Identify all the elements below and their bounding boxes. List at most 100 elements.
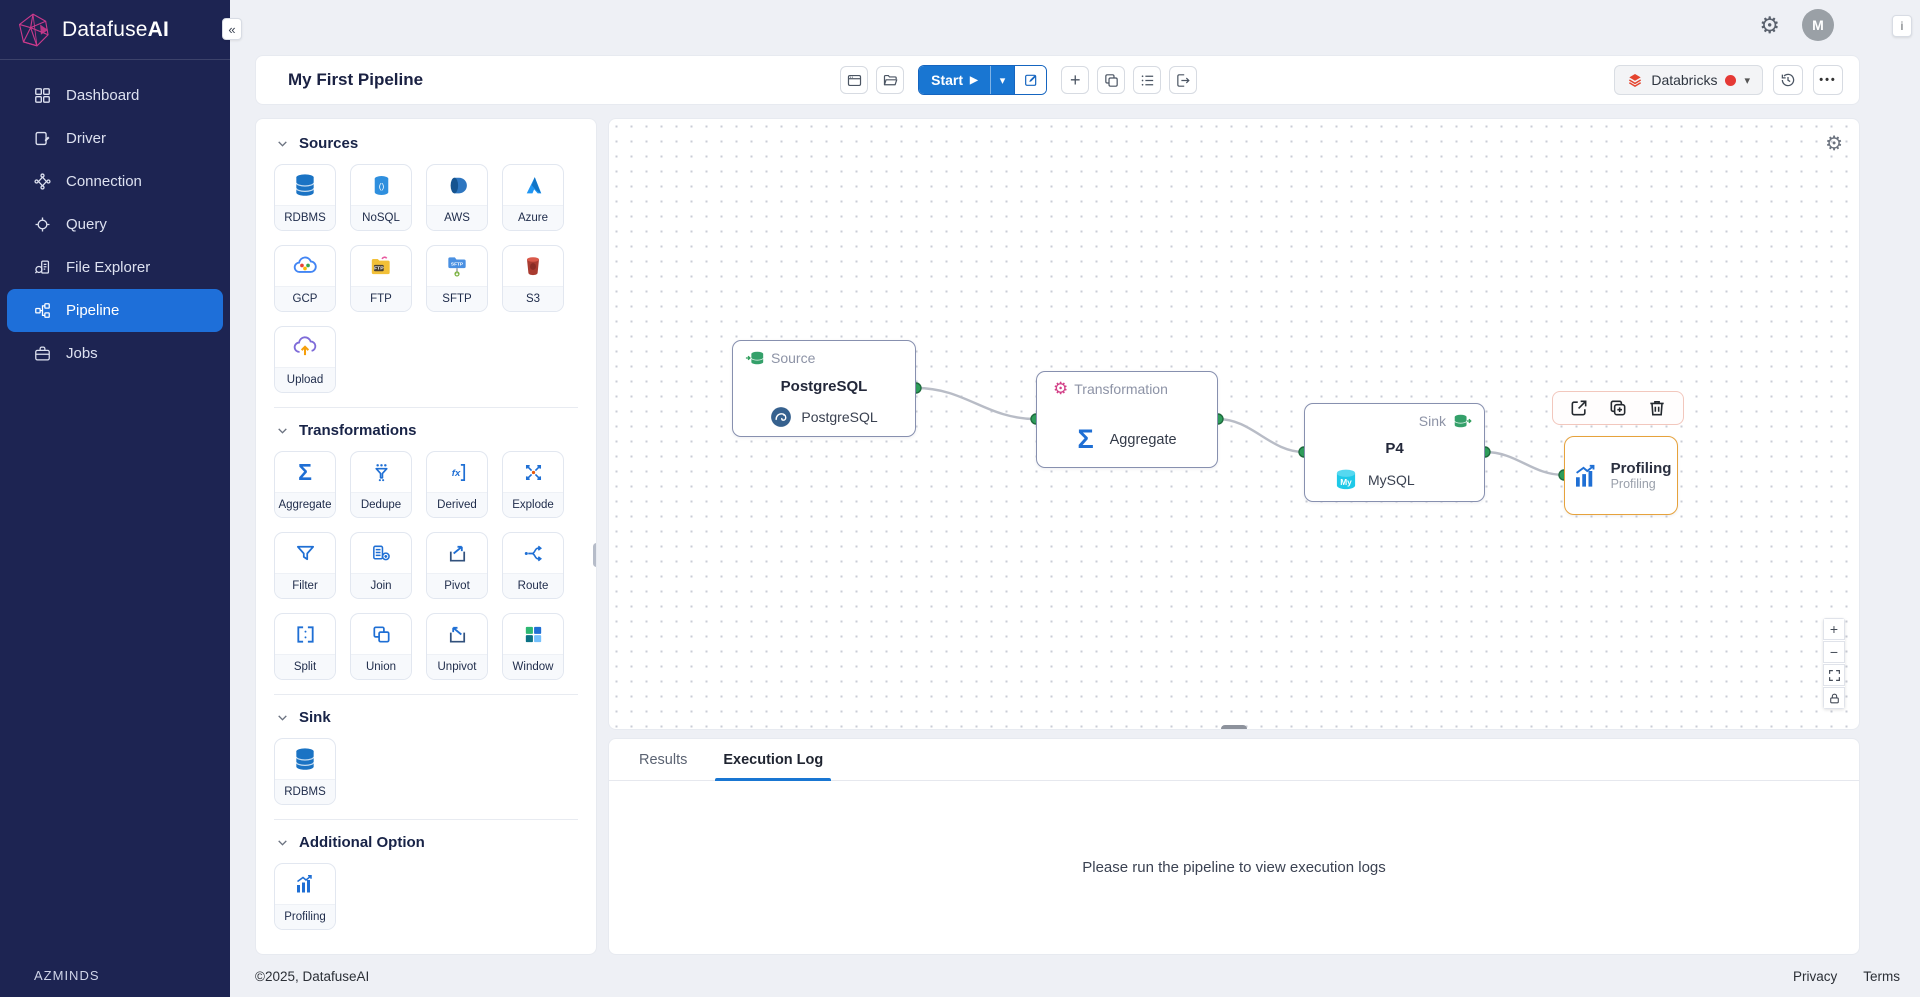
section-additional-option: Additional Option Profiling [274, 819, 578, 944]
tab-execution-log[interactable]: Execution Log [705, 739, 841, 781]
profiling-chart-icon [275, 864, 335, 904]
palette-item-aggregate[interactable]: Σ Aggregate [274, 451, 336, 518]
sidebar-item-file-explorer[interactable]: File Explorer [7, 246, 223, 289]
palette-item-upload[interactable]: Upload [274, 326, 336, 393]
node-source-postgresql[interactable]: Source PostgreSQL PostgreSQL [732, 340, 916, 437]
trash-icon [1650, 400, 1664, 416]
zoom-in-button[interactable]: + [1823, 618, 1845, 640]
plus-icon: + [1070, 70, 1081, 90]
edit-pipeline-button[interactable] [1014, 66, 1047, 94]
lock-button[interactable] [1823, 687, 1845, 709]
fit-view-button[interactable] [1823, 664, 1845, 686]
palette-item-window[interactable]: Window [502, 613, 564, 680]
source-db-icon [745, 351, 764, 365]
node-transformation-aggregate[interactable]: ⚙ Transformation Σ Aggregate [1036, 371, 1218, 468]
copyright: ©2025, DatafuseAI [255, 968, 370, 984]
duplicate-node-button[interactable] [1602, 396, 1634, 420]
palette-item-filter[interactable]: Filter [274, 532, 336, 599]
node-action-toolbar [1552, 391, 1684, 425]
list-icon [1141, 74, 1153, 86]
palette-item-explode[interactable]: Explode [502, 451, 564, 518]
section-header-additional-option[interactable]: Additional Option [276, 834, 578, 851]
pipeline-toolbar: Start ▶ ▾ + [840, 65, 1198, 95]
section-sink: Sink RDBMS [274, 694, 578, 819]
history-icon [1781, 73, 1795, 87]
palette-item-join[interactable]: Join [350, 532, 412, 599]
chevron-down-icon: ▾ [1744, 74, 1750, 87]
palette-resize-handle[interactable] [593, 543, 596, 567]
info-badge[interactable]: i [1892, 15, 1912, 37]
filter-funnel-icon [275, 533, 335, 573]
palette-item-sink-rdbms[interactable]: RDBMS [274, 738, 336, 805]
avatar[interactable]: M [1802, 9, 1834, 41]
palette-item-derived[interactable]: fx Derived [426, 451, 488, 518]
header-right-group: Databricks ▾ ••• [1614, 65, 1843, 95]
sidebar-collapse-button[interactable]: « [222, 18, 242, 40]
sidebar-item-driver[interactable]: Driver [7, 117, 223, 160]
zoom-out-button[interactable]: − [1823, 641, 1845, 663]
node-title: P4 [1385, 440, 1404, 457]
section-transformations: Transformations Σ Aggregate Dedupe fx De… [274, 407, 578, 694]
start-button[interactable]: Start ▶ [919, 66, 990, 94]
privacy-link[interactable]: Privacy [1793, 969, 1837, 984]
sidebar: DatafuseAI Dashboard Driver Connection Q… [0, 0, 230, 997]
settings-gear-icon[interactable]: ⚙ [1759, 13, 1780, 37]
open-pipeline-button[interactable] [876, 66, 905, 94]
palette-item-gcp[interactable]: GCP [274, 245, 336, 312]
sidebar-item-query[interactable]: Query [7, 203, 223, 246]
palette-item-union[interactable]: Union [350, 613, 412, 680]
s3-icon [503, 246, 563, 286]
palette-item-nosql[interactable]: () NoSQL [350, 164, 412, 231]
list-view-button[interactable] [1133, 66, 1162, 94]
app-logo[interactable]: DatafuseAI [0, 0, 230, 60]
transformation-gear-icon: ⚙ [1053, 379, 1069, 398]
section-header-sources[interactable]: Sources [276, 135, 578, 152]
pipeline-icon [35, 303, 50, 318]
palette-item-split[interactable]: Split [274, 613, 336, 680]
open-node-button[interactable] [1563, 396, 1595, 420]
delete-node-button[interactable] [1641, 396, 1673, 420]
node-sink-mysql[interactable]: Sink P4 My MySQL [1304, 403, 1485, 502]
chevron-down-icon [278, 715, 287, 721]
palette-item-rdbms[interactable]: RDBMS [274, 164, 336, 231]
section-header-sink[interactable]: Sink [276, 709, 578, 726]
add-node-button[interactable]: + [1061, 66, 1090, 94]
section-header-transformations[interactable]: Transformations [276, 422, 578, 439]
postgresql-icon [771, 407, 792, 427]
palette-item-pivot[interactable]: Pivot [426, 532, 488, 599]
palette-item-sftp[interactable]: SFTP SFTP [426, 245, 488, 312]
tab-results[interactable]: Results [621, 739, 705, 780]
save-pipeline-button[interactable] [840, 66, 869, 94]
palette-item-s3[interactable]: S3 [502, 245, 564, 312]
node-profiling[interactable]: Profiling Profiling [1564, 436, 1678, 515]
palette-item-profiling[interactable]: Profiling [274, 863, 336, 930]
palette-item-aws[interactable]: AWS [426, 164, 488, 231]
copy-pipeline-button[interactable] [1097, 66, 1126, 94]
execution-log-empty-message: Please run the pipeline to view executio… [1082, 859, 1386, 876]
start-options-dropdown[interactable]: ▾ [989, 66, 1015, 94]
palette-item-ftp[interactable]: FTP FTP [350, 245, 412, 312]
topbar: ⚙ M [230, 0, 1920, 50]
pipeline-canvas[interactable]: Source PostgreSQL PostgreSQL ⚙ Transform… [608, 118, 1860, 730]
connection-selector[interactable]: Databricks ▾ [1614, 65, 1763, 95]
aws-icon [427, 165, 487, 205]
dedupe-icon [351, 452, 411, 492]
gcp-icon [275, 246, 335, 286]
canvas-settings-gear-icon[interactable]: ⚙ [1825, 131, 1843, 156]
export-pipeline-button[interactable] [1169, 66, 1198, 94]
terms-link[interactable]: Terms [1863, 969, 1900, 984]
chevron-down-icon: ▾ [999, 74, 1006, 87]
sidebar-item-pipeline[interactable]: Pipeline [7, 289, 223, 332]
palette-item-dedupe[interactable]: Dedupe [350, 451, 412, 518]
results-tabs: Results Execution Log [609, 739, 1859, 781]
sidebar-item-connection[interactable]: Connection [7, 160, 223, 203]
sidebar-item-dashboard[interactable]: Dashboard [7, 74, 223, 117]
palette-item-route[interactable]: Route [502, 532, 564, 599]
sidebar-item-jobs[interactable]: Jobs [7, 332, 223, 375]
file-explorer-icon [34, 260, 50, 274]
canvas-resize-handle[interactable] [1221, 725, 1247, 729]
more-options-button[interactable]: ••• [1813, 65, 1843, 95]
palette-item-azure[interactable]: Azure [502, 164, 564, 231]
palette-item-unpivot[interactable]: Unpivot [426, 613, 488, 680]
history-button[interactable] [1773, 65, 1803, 95]
